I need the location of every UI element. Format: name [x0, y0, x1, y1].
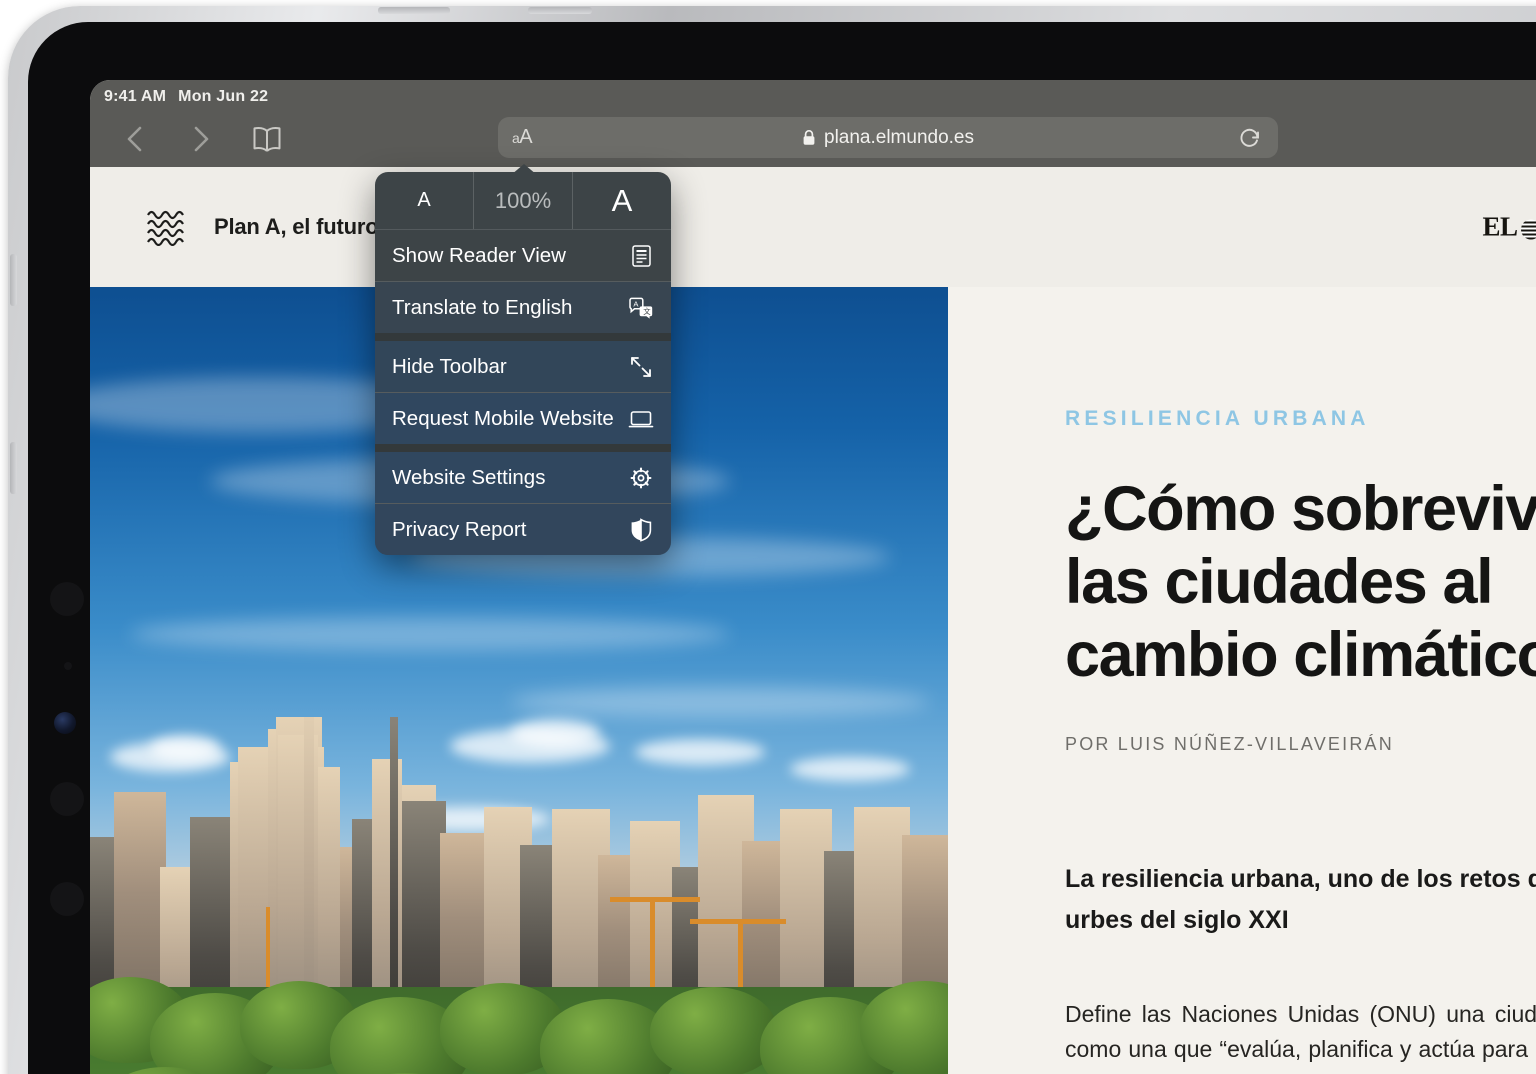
back-button[interactable]	[102, 117, 168, 161]
article-headline: ¿Cómo sobreviven las ciudades al cambio …	[1065, 473, 1536, 692]
article-body: RESILIENCIA URBANA ¿Cómo sobreviven las …	[90, 287, 1536, 1074]
translate-icon: A 文	[628, 295, 654, 321]
article-text-column: RESILIENCIA URBANA ¿Cómo sobreviven las …	[948, 287, 1536, 1074]
headline-line-1: ¿Cómo sobreviven	[1065, 474, 1536, 545]
speaker-dot-2	[50, 782, 84, 816]
increase-text-size-button[interactable]: A	[572, 172, 671, 229]
page-settings-aa-button[interactable]: aA	[512, 126, 533, 149]
page-settings-menu: A 100% A Show Reader View Translate to E…	[375, 172, 671, 555]
menu-item-label: Request Mobile Website	[392, 406, 614, 430]
speaker-dot	[50, 582, 84, 616]
menu-item-hide-toolbar[interactable]: Hide Toolbar	[375, 341, 671, 392]
aa-big-label: A	[519, 126, 533, 148]
menu-item-label: Website Settings	[392, 465, 546, 489]
publisher-logo[interactable]: EL MUNDO	[1482, 212, 1536, 243]
device-bezel: Plan A, el futuro del planeta EL MUNDO	[28, 22, 1536, 1074]
speaker-dot-3	[50, 882, 84, 916]
menu-item-privacy-report[interactable]: Privacy Report	[375, 504, 671, 555]
gear-icon	[628, 465, 654, 491]
publisher-logo-left: EL	[1482, 211, 1518, 242]
front-camera-icon	[54, 712, 76, 734]
status-bar-date: Mon Jun 22	[178, 88, 269, 105]
menu-item-translate-to-english[interactable]: Translate to English A 文	[375, 282, 671, 333]
sensor-dot	[64, 662, 72, 670]
cloud-wisp	[510, 687, 930, 717]
wavy-lines-logo	[146, 208, 190, 246]
menu-group-separator	[375, 333, 671, 341]
menu-item-request-mobile-website[interactable]: Request Mobile Website	[375, 393, 671, 444]
screenshot-root: Plan A, el futuro del planeta EL MUNDO	[0, 0, 1536, 1074]
svg-text:A: A	[633, 299, 639, 308]
webpage-content: Plan A, el futuro del planeta EL MUNDO	[90, 167, 1536, 1074]
headline-line-3: cambio climático?	[1065, 620, 1536, 691]
menu-item-website-settings[interactable]: Website Settings	[375, 452, 671, 503]
site-header: Plan A, el futuro del planeta EL MUNDO	[90, 167, 1536, 287]
article-paragraph: Define las Naciones Unidas (ONU) una ciu…	[1065, 1001, 1536, 1074]
park-foreground	[90, 977, 948, 1074]
ipad-device-frame: Plan A, el futuro del planeta EL MUNDO	[8, 6, 1536, 1074]
shield-icon	[628, 517, 654, 543]
ipad-screen: Plan A, el futuro del planeta EL MUNDO	[90, 80, 1536, 1074]
headline-line-2: las ciudades al	[1065, 547, 1494, 618]
menu-item-label: Hide Toolbar	[392, 354, 507, 378]
article-byline: POR LUIS NÚÑEZ-VILLAVEIRÁN	[1065, 734, 1394, 755]
volume-down-button[interactable]	[10, 442, 17, 494]
browser-toolbar: aA plana.elmundo.es	[90, 110, 1536, 167]
safari-toolbar-chrome: 9:41 AM Mon Jun 22 aA plana.elmundo.es	[90, 80, 1536, 167]
address-bar[interactable]: aA plana.elmundo.es	[498, 117, 1278, 158]
cloud-wisp	[130, 617, 730, 651]
menu-group-separator	[375, 444, 671, 452]
article-kicker: RESILIENCIA URBANA	[1065, 407, 1370, 430]
forward-button[interactable]	[168, 117, 234, 161]
decrease-text-size-button[interactable]: A	[375, 172, 473, 229]
popup-arrow-tail	[511, 164, 537, 175]
menu-item-label: Translate to English	[392, 295, 573, 319]
menu-item-label: Privacy Report	[392, 517, 527, 541]
lock-icon	[802, 129, 816, 146]
reader-view-icon	[628, 243, 654, 269]
svg-text:文: 文	[643, 307, 651, 316]
menu-item-show-reader-view[interactable]: Show Reader View	[375, 230, 671, 281]
globe-glyph-icon	[1520, 219, 1536, 239]
top-button-2[interactable]	[528, 7, 592, 14]
url-display[interactable]: plana.elmundo.es	[498, 127, 1278, 149]
status-bar: 9:41 AM Mon Jun 22	[104, 86, 268, 108]
reload-button[interactable]	[1238, 126, 1262, 150]
top-button-1[interactable]	[378, 7, 450, 14]
status-bar-time: 9:41 AM	[104, 88, 167, 105]
zoom-level-value[interactable]: 100%	[473, 172, 572, 229]
zoom-controls-row: A 100% A	[375, 172, 671, 230]
menu-item-label: Show Reader View	[392, 243, 566, 267]
mobile-website-icon	[628, 406, 654, 432]
volume-up-button[interactable]	[10, 254, 17, 306]
url-text: plana.elmundo.es	[824, 126, 974, 148]
bookmarks-button[interactable]	[234, 117, 300, 161]
hide-toolbar-icon	[628, 354, 654, 380]
article-lede: La resiliencia urbana, uno de los retos …	[1065, 865, 1536, 935]
